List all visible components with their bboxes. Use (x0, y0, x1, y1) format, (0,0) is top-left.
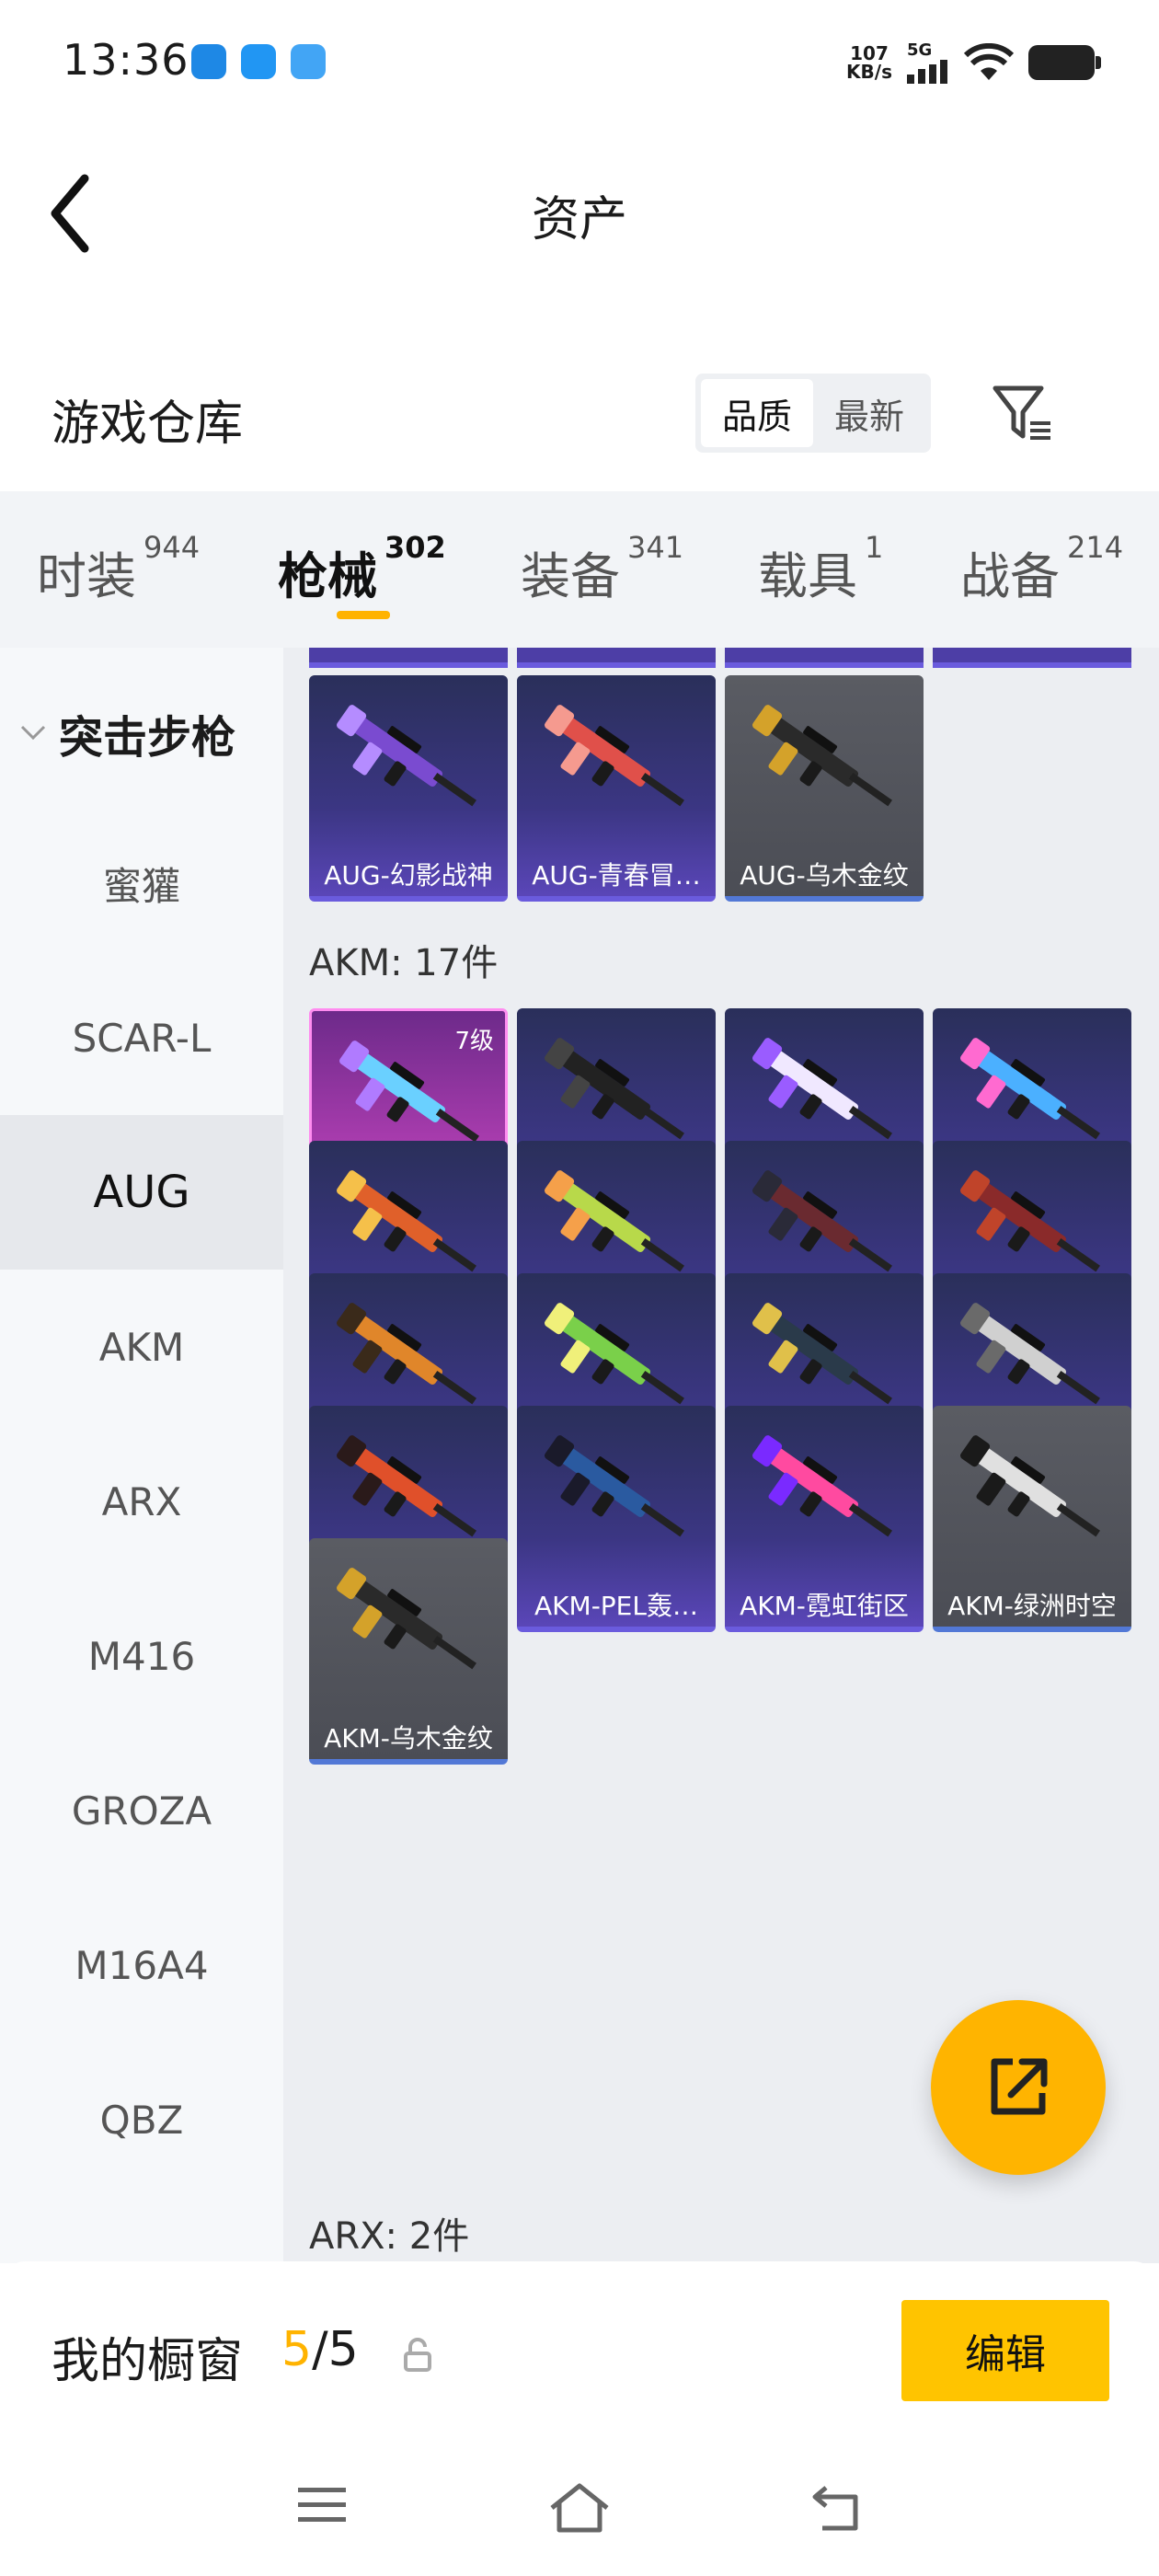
active-tab-indicator (337, 611, 390, 619)
sidebar-item-m416[interactable]: M416 (0, 1579, 283, 1733)
weapon-card[interactable]: AKM-绿洲时空 (933, 1406, 1131, 1632)
warehouse-title: 游戏仓库 (52, 397, 244, 452)
weapon-card-name: AUG-乌木金纹 (740, 860, 909, 891)
weapon-card[interactable]: AKM-PEL轰… (517, 1406, 716, 1632)
weapon-image (337, 705, 476, 807)
weapon-card-name: AKM-乌木金纹 (324, 1723, 493, 1754)
weapon-image (752, 1435, 892, 1537)
home-icon[interactable] (548, 2482, 611, 2534)
weapon-image (337, 1568, 476, 1670)
share-button[interactable] (931, 2000, 1106, 2175)
weapon-image (545, 705, 684, 807)
sidebar-category[interactable]: 突击步枪 (20, 701, 235, 765)
message-notification-icon (291, 44, 326, 79)
cellular-signal-icon: 5G (907, 40, 949, 84)
tab-weapons[interactable]: 枪械 302 (278, 530, 446, 608)
wifi-icon (964, 42, 1014, 80)
tab-fashion[interactable]: 时装 944 (37, 530, 200, 608)
tab-supplies[interactable]: 战备 214 (960, 530, 1123, 608)
card-partial[interactable] (309, 648, 508, 668)
filter-icon[interactable] (990, 381, 1054, 445)
weapon-card-name: AKM-霓虹街区 (740, 1591, 909, 1621)
card-partial[interactable] (517, 648, 716, 668)
chevron-down-icon (20, 725, 46, 741)
weapon-card-name: AKM-绿洲时空 (947, 1591, 1117, 1621)
card-partial[interactable] (725, 648, 924, 668)
lock-icon (404, 2338, 431, 2372)
battery-icon (1028, 44, 1101, 80)
showcase-bar: 我的橱窗 5/5 编辑 (0, 2261, 1159, 2445)
sort-quality-button[interactable]: 品质 (701, 379, 813, 447)
sort-toggle: 品质 最新 (695, 374, 931, 453)
menu-icon[interactable] (296, 2482, 348, 2528)
page-title: 资产 (531, 192, 627, 247)
app-notification-icon (241, 44, 276, 79)
tab-vehicles[interactable]: 载具 1 (758, 530, 883, 608)
network-speed: 107 KB/s (846, 41, 892, 83)
sidebar-item-qbz[interactable]: QBZ (0, 2042, 283, 2197)
sidebar-item-groza[interactable]: GROZA (0, 1733, 283, 1888)
sidebar-item-scar-l[interactable]: SCAR-L (0, 960, 283, 1115)
level-badge: 7级 (454, 1028, 494, 1055)
sidebar-item-m16a4[interactable]: M16A4 (0, 1888, 283, 2042)
weapon-image (545, 1435, 684, 1537)
status-bar: 13:36 107 KB/s 5G (0, 0, 1159, 129)
sidebar-item-honeybadger[interactable]: 蜜獾 (0, 806, 283, 960)
back-gesture-icon[interactable] (809, 2482, 865, 2534)
app-notification-icon (191, 44, 226, 79)
showcase-label: 我的橱窗 (52, 2334, 244, 2389)
sort-newest-button[interactable]: 最新 (813, 379, 925, 447)
edit-button[interactable]: 编辑 (901, 2300, 1109, 2401)
tab-equipment[interactable]: 装备 341 (521, 530, 683, 608)
weapon-card[interactable]: AUG-青春冒… (517, 675, 716, 902)
weapon-card-name: AUG-幻影战神 (324, 860, 493, 891)
card-partial[interactable] (933, 648, 1131, 668)
system-navigation (0, 2445, 1159, 2576)
arx-group-header: ARX: 2件 (309, 2215, 470, 2258)
akm-group-header: AKM: 17件 (309, 942, 499, 984)
weapon-card-name: AUG-青春冒… (532, 860, 701, 891)
weapon-image (960, 1435, 1100, 1537)
clock: 13:36 (63, 35, 189, 85)
weapon-card[interactable]: AKM-霓虹街区 (725, 1406, 924, 1632)
weapon-card[interactable]: AKM-乌木金纹 (309, 1538, 508, 1765)
sidebar-item-aug[interactable]: AUG (0, 1115, 283, 1270)
weapon-card-name: AKM-PEL轰… (534, 1591, 698, 1621)
weapon-card[interactable]: AUG-幻影战神 (309, 675, 508, 902)
weapon-image (752, 705, 892, 807)
weapon-card[interactable]: AUG-乌木金纹 (725, 675, 924, 902)
sidebar-item-akm[interactable]: AKM (0, 1270, 283, 1424)
sidebar-item-arx[interactable]: ARX (0, 1424, 283, 1579)
share-icon (991, 2058, 1048, 2115)
showcase-count: 5/5 (281, 2322, 359, 2377)
category-tabs: 时装 944 枪械 302 装备 341 载具 1 战备 214 (0, 491, 1159, 648)
weapon-sidebar: 突击步枪 蜜獾 SCAR-L AUG AKM ARX M416 GROZA M1… (0, 648, 283, 2263)
